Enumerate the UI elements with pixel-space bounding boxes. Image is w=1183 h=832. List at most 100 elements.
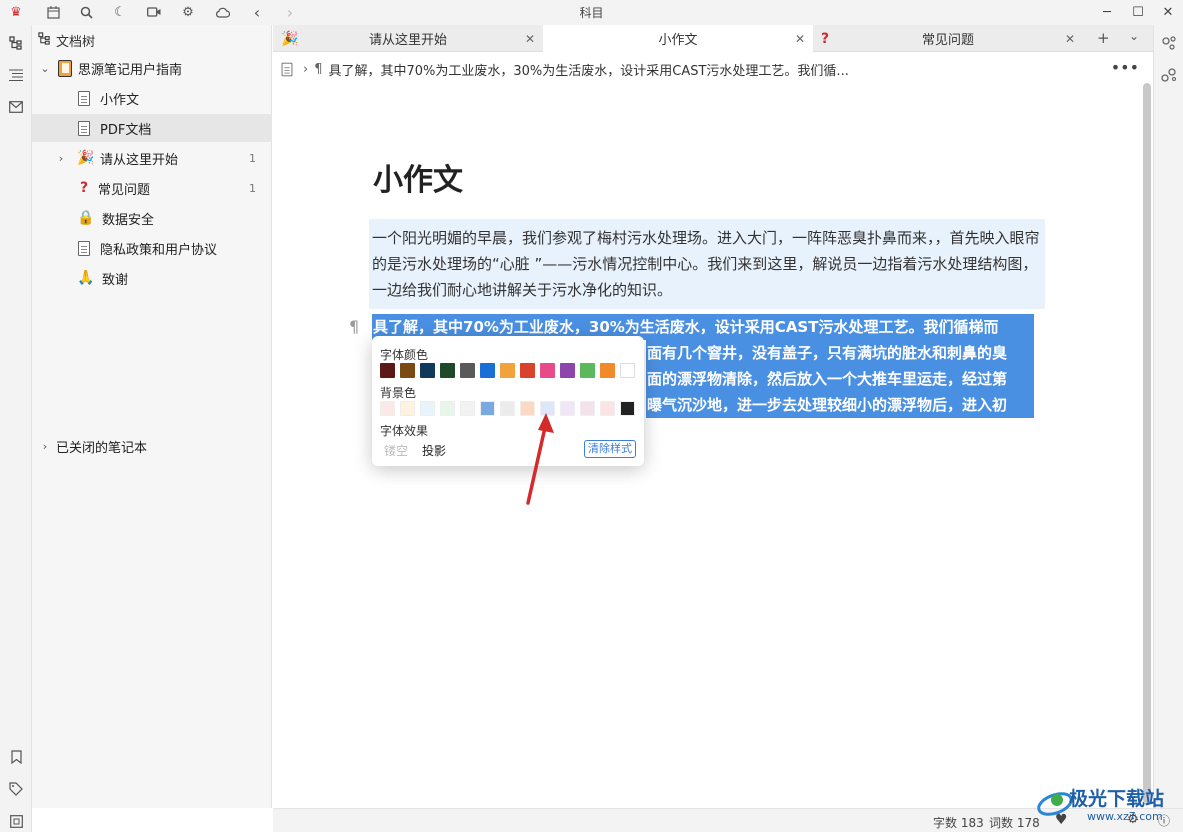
fullscreen-icon[interactable] bbox=[6, 811, 26, 831]
bg-color-swatch[interactable] bbox=[400, 401, 415, 416]
pray-icon: 🙏 bbox=[77, 270, 95, 286]
tag-icon[interactable] bbox=[6, 779, 26, 799]
bg-color-swatch[interactable] bbox=[500, 401, 515, 416]
clear-style-button[interactable]: 清除样式 bbox=[584, 440, 636, 458]
tab-label: 请从这里开始 bbox=[368, 33, 447, 48]
char-count: 字数 183 bbox=[933, 816, 984, 830]
tree-item-label: 小作文 bbox=[100, 92, 140, 108]
bg-color-swatch[interactable] bbox=[460, 401, 475, 416]
font-color-swatch[interactable] bbox=[540, 363, 555, 378]
font-color-swatch[interactable] bbox=[420, 363, 435, 378]
font-color-swatch[interactable] bbox=[500, 363, 515, 378]
watermark: 极光下载站 www.xz7.com bbox=[1035, 780, 1183, 830]
font-color-swatch[interactable] bbox=[560, 363, 575, 378]
bg-color-swatch[interactable] bbox=[420, 401, 435, 416]
font-color-label: 字体颜色 bbox=[380, 348, 429, 362]
selected-text-line[interactable]: 面有几个窨井，没有盖子，只有满坑的脏水和刺鼻的臭 bbox=[646, 340, 1034, 366]
bookmark-icon[interactable] bbox=[6, 747, 26, 767]
doc-tree-title: 文档树 bbox=[56, 34, 96, 50]
notebook-label: 思源笔记用户指南 bbox=[78, 62, 183, 78]
tree-item-pdf[interactable]: PDF文档 bbox=[32, 114, 272, 142]
notebook-icon bbox=[58, 59, 72, 77]
watermark-url: www.xz7.com bbox=[1087, 810, 1163, 823]
tree-item-thanks[interactable]: 🙏 致谢 bbox=[32, 264, 272, 292]
minimize-button[interactable]: ─ bbox=[1096, 2, 1118, 22]
party-icon: 🎉 bbox=[77, 150, 95, 166]
closed-notebooks-row[interactable]: › 已关闭的笔记本 bbox=[32, 432, 272, 460]
tree-item-label: 致谢 bbox=[102, 272, 129, 288]
shadow-effect-button[interactable]: 投影 bbox=[422, 442, 446, 459]
tree-item-label: 数据安全 bbox=[102, 212, 155, 228]
bg-color-swatch[interactable] bbox=[440, 401, 455, 416]
bg-color-swatch[interactable] bbox=[380, 401, 395, 416]
font-color-swatch[interactable] bbox=[380, 363, 395, 378]
scrollbar[interactable] bbox=[1143, 83, 1151, 803]
tree-item-xiaozuowen[interactable]: 小作文 bbox=[32, 84, 272, 112]
chevron-right-icon[interactable]: › bbox=[38, 440, 52, 453]
font-effect-label: 字体效果 bbox=[380, 424, 429, 438]
bg-color-label: 背景色 bbox=[380, 386, 417, 400]
right-dock bbox=[1153, 25, 1183, 808]
bg-color-swatch[interactable] bbox=[600, 401, 615, 416]
document-icon bbox=[78, 240, 90, 256]
selected-text-line[interactable]: 面的漂浮物清除，然后放入一个大推车里运走，经过第 bbox=[646, 366, 1034, 392]
tab-label: 小作文 bbox=[658, 33, 698, 48]
font-color-swatch[interactable] bbox=[520, 363, 535, 378]
chevron-right-icon[interactable]: › bbox=[54, 152, 68, 165]
outline-icon[interactable] bbox=[6, 65, 26, 85]
global-graph-icon[interactable] bbox=[1161, 67, 1177, 87]
more-menu-icon[interactable]: ••• bbox=[1111, 58, 1139, 77]
close-icon[interactable]: ✕ bbox=[795, 32, 805, 46]
font-color-swatch[interactable] bbox=[400, 363, 415, 378]
graph-icon[interactable] bbox=[1161, 35, 1177, 55]
tab-start-here[interactable]: 🎉 请从这里开始 ✕ bbox=[273, 25, 543, 52]
tree-item-start-here[interactable]: › 🎉 请从这里开始 1 bbox=[32, 144, 272, 172]
tab-xiaozuowen[interactable]: 小作文 ✕ bbox=[543, 25, 813, 52]
tree-item-label: PDF文档 bbox=[100, 122, 152, 138]
document-icon bbox=[78, 120, 90, 136]
bg-color-swatch[interactable] bbox=[620, 401, 635, 416]
font-color-swatch[interactable] bbox=[480, 363, 495, 378]
font-color-swatch[interactable] bbox=[600, 363, 615, 378]
inbox-icon[interactable] bbox=[6, 97, 26, 117]
close-icon[interactable]: ✕ bbox=[525, 32, 535, 46]
bg-color-swatch[interactable] bbox=[560, 401, 575, 416]
document-icon bbox=[78, 90, 90, 106]
hollow-effect-button[interactable]: 镂空 bbox=[384, 442, 408, 459]
font-color-swatch[interactable] bbox=[440, 363, 455, 378]
tree-item-data-security[interactable]: 🔒 数据安全 bbox=[32, 204, 272, 232]
tree-item-privacy[interactable]: 隐私政策和用户协议 bbox=[32, 234, 272, 262]
close-window-button[interactable]: ✕ bbox=[1157, 2, 1179, 22]
doc-tree-header: 文档树 bbox=[38, 31, 96, 50]
document-icon[interactable] bbox=[281, 62, 293, 76]
font-color-swatch[interactable] bbox=[460, 363, 475, 378]
chevron-right-icon: › bbox=[303, 61, 309, 77]
lock-icon: 🔒 bbox=[77, 210, 95, 226]
closed-notebooks-label: 已关闭的笔记本 bbox=[56, 440, 148, 456]
annotation-arrow bbox=[526, 413, 554, 505]
tab-faq[interactable]: ? 常见问题 ✕ bbox=[813, 25, 1083, 52]
breadcrumb-text[interactable]: 具了解，其中70%为工业废水，30%为生活废水，设计采用CAST污水处理工艺。我… bbox=[328, 60, 848, 79]
title-bar: ♛ ☾ ⚙ ‹ › 科目 ─ ☐ ✕ bbox=[0, 0, 1183, 25]
bg-color-swatch[interactable] bbox=[580, 401, 595, 416]
watermark-text: 极光下载站 bbox=[1069, 788, 1165, 810]
tree-item-label: 隐私政策和用户协议 bbox=[100, 242, 218, 258]
tree-item-faq[interactable]: ? 常见问题 1 bbox=[32, 174, 272, 202]
selected-text-line[interactable]: 曝气沉沙地，进一步去处理较细小的漂浮物后，进入初 bbox=[646, 392, 1034, 418]
tree-item-label: 请从这里开始 bbox=[100, 152, 179, 168]
notebook-row[interactable]: ⌄ 思源笔记用户指南 bbox=[32, 54, 272, 82]
font-color-swatch[interactable] bbox=[580, 363, 595, 378]
close-icon[interactable]: ✕ bbox=[1065, 32, 1075, 46]
maximize-button[interactable]: ☐ bbox=[1127, 2, 1149, 22]
add-tab-icon[interactable]: + bbox=[1097, 29, 1110, 47]
chevron-down-icon[interactable]: ⌄ bbox=[38, 62, 52, 75]
document-title[interactable]: 小作文 bbox=[373, 155, 463, 199]
font-color-swatch[interactable] bbox=[620, 363, 635, 378]
paragraph-block[interactable]: 一个阳光明媚的早晨，我们参观了梅村污水处理场。进入大门，一阵阵恶臭扑鼻而来，，首… bbox=[369, 219, 1045, 309]
doc-tree-icon bbox=[38, 32, 51, 48]
doc-tree-icon[interactable] bbox=[6, 33, 26, 53]
tab-list-chevron-icon[interactable]: ⌄ bbox=[1129, 29, 1139, 43]
left-dock bbox=[0, 25, 32, 832]
bg-color-swatch[interactable] bbox=[480, 401, 495, 416]
paragraph-icon[interactable]: ¶ bbox=[349, 317, 359, 336]
